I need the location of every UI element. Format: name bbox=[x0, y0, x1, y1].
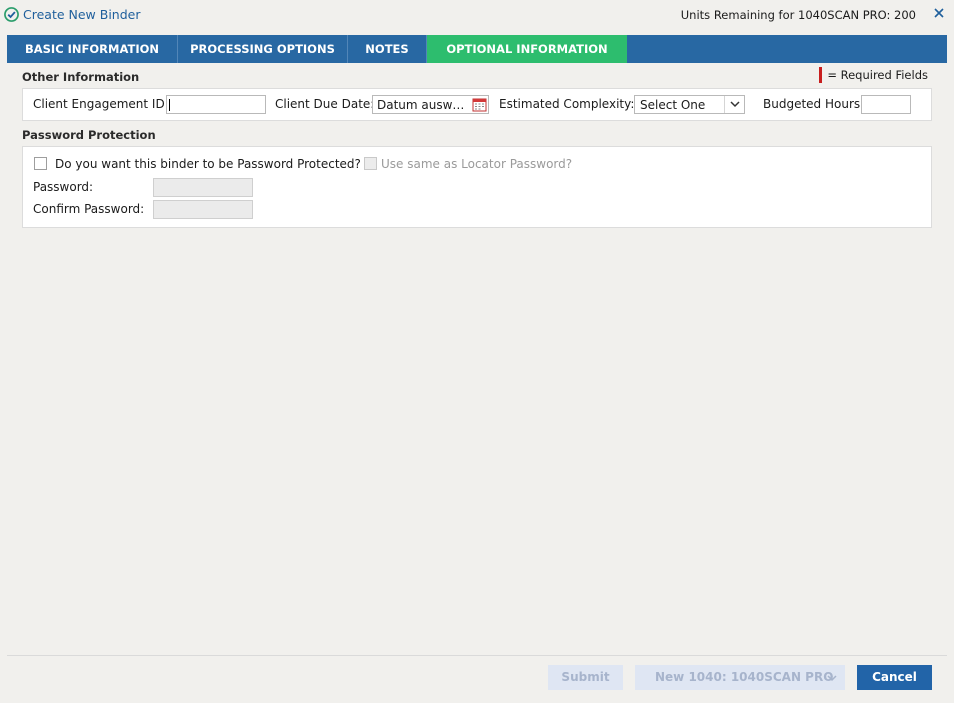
engagement-id-label: Client Engagement ID: bbox=[33, 97, 169, 111]
complexity-value: Select One bbox=[640, 98, 706, 112]
other-information-heading: Other Information bbox=[22, 70, 140, 84]
chevron-down-icon[interactable] bbox=[724, 96, 744, 113]
complexity-label: Estimated Complexity: bbox=[499, 97, 635, 111]
tab-notes[interactable]: NOTES bbox=[348, 35, 427, 63]
tab-basic-information[interactable]: BASIC INFORMATION bbox=[7, 35, 178, 63]
tab-optional-information[interactable]: OPTIONAL INFORMATION bbox=[427, 35, 627, 63]
password-protection-panel: Do you want this binder to be Password P… bbox=[22, 146, 932, 228]
text-cursor bbox=[169, 99, 170, 111]
binder-type-label: New 1040: 1040SCAN PRO bbox=[655, 670, 834, 684]
close-icon[interactable] bbox=[932, 6, 946, 20]
engagement-id-input[interactable] bbox=[166, 95, 266, 114]
footer-divider bbox=[7, 655, 947, 656]
password-protect-checkbox[interactable] bbox=[34, 157, 47, 170]
chevron-down-icon[interactable] bbox=[827, 674, 837, 682]
confirm-password-label: Confirm Password: bbox=[33, 202, 145, 216]
budgeted-hours-label: Budgeted Hours: bbox=[763, 97, 865, 111]
tab-processing-options[interactable]: PROCESSING OPTIONS bbox=[178, 35, 348, 63]
units-remaining: Units Remaining for 1040SCAN PRO: 200 bbox=[680, 8, 916, 22]
tab-bar: BASIC INFORMATION PROCESSING OPTIONS NOT… bbox=[7, 35, 947, 63]
other-information-panel: Client Engagement ID: Client Due Date: D… bbox=[22, 88, 932, 121]
cancel-button[interactable]: Cancel bbox=[857, 665, 932, 690]
same-as-locator-checkbox[interactable] bbox=[364, 157, 377, 170]
budgeted-hours-input[interactable] bbox=[861, 95, 911, 114]
password-label: Password: bbox=[33, 180, 94, 194]
required-fields-text: = Required Fields bbox=[827, 68, 928, 82]
required-fields-legend: = Required Fields bbox=[819, 67, 928, 83]
binder-type-button[interactable]: New 1040: 1040SCAN PRO bbox=[635, 665, 845, 690]
complexity-select[interactable]: Select One bbox=[634, 95, 745, 114]
due-date-value: Datum ausw… bbox=[377, 98, 465, 112]
window-title: Create New Binder bbox=[23, 7, 141, 22]
password-protect-label: Do you want this binder to be Password P… bbox=[55, 157, 361, 171]
check-circle-icon bbox=[4, 7, 19, 22]
required-marker bbox=[819, 67, 823, 83]
confirm-password-input[interactable] bbox=[153, 200, 253, 219]
title-bar: Create New Binder Units Remaining for 10… bbox=[0, 0, 954, 30]
password-protection-heading: Password Protection bbox=[22, 128, 156, 142]
same-as-locator-label: Use same as Locator Password? bbox=[381, 157, 573, 171]
calendar-icon[interactable] bbox=[472, 97, 487, 112]
due-date-label: Client Due Date: bbox=[275, 97, 375, 111]
due-date-input[interactable]: Datum ausw… bbox=[372, 95, 489, 114]
submit-button[interactable]: Submit bbox=[548, 665, 623, 690]
password-input[interactable] bbox=[153, 178, 253, 197]
